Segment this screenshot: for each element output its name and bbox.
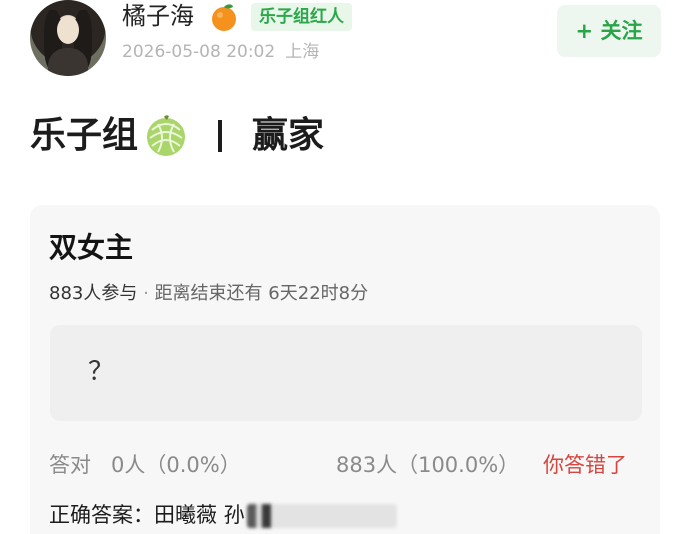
title-divider xyxy=(218,120,223,152)
option-label: ？ xyxy=(88,357,115,387)
post-meta: 2026-05-08 20:02 上海 xyxy=(122,40,319,64)
post-title: 乐子组 赢家 xyxy=(30,110,324,162)
quiz-stats: 883人参与 · 距离结束还有 6天22时8分 xyxy=(49,281,368,307)
group-name[interactable]: 乐子组 xyxy=(30,110,138,162)
quiz-card: 双女主 883人参与 · 距离结束还有 6天22时8分 ？ 答对 0人（0.0%… xyxy=(30,205,660,534)
post-location: 上海 xyxy=(285,42,320,62)
correct-count: 0人（0.0%） xyxy=(111,453,241,477)
melon-icon xyxy=(147,115,186,156)
correct-answer: 正确答案：田曦薇 孙 xyxy=(49,501,397,529)
participant-count: 883人参与 xyxy=(49,283,138,304)
answer-redaction xyxy=(246,504,397,528)
post-tag: 赢家 xyxy=(252,115,325,156)
username[interactable]: 橘子海 xyxy=(122,0,194,32)
post-page: 橘子海 乐子组红人 2026-05-08 20:02 上海 + 关注 乐子组 赢家… xyxy=(0,0,690,534)
orange-icon xyxy=(212,4,236,31)
answer-label: 正确答案：田曦薇 孙 xyxy=(49,503,245,527)
group-badge[interactable]: 乐子组红人 xyxy=(251,3,352,31)
post-date: 2026-05-08 20:02 xyxy=(122,42,276,62)
result-row: 答对 0人（0.0%） 883人（100.0%） 你答错了 xyxy=(49,451,649,479)
follow-button[interactable]: + 关注 xyxy=(557,5,661,57)
user-avatar[interactable] xyxy=(30,0,106,76)
stats-separator: · xyxy=(143,283,149,304)
quiz-option[interactable]: ？ xyxy=(50,325,642,421)
wrong-count: 883人（100.0%） xyxy=(336,453,520,477)
correct-label: 答对 xyxy=(49,453,91,477)
countdown: 距离结束还有 6天22时8分 xyxy=(154,283,369,304)
wrong-answer-tag: 你答错了 xyxy=(543,453,627,477)
quiz-title: 双女主 xyxy=(49,231,134,264)
